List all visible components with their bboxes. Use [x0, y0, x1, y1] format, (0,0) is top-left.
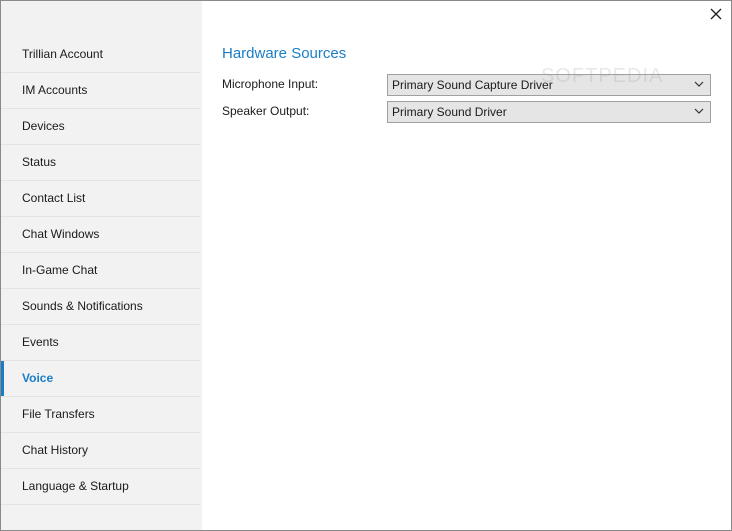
sidebar-item-trillian-account[interactable]: Trillian Account	[1, 37, 200, 73]
sidebar-item-contact-list[interactable]: Contact List	[1, 181, 200, 217]
sidebar-item-status[interactable]: Status	[1, 145, 200, 181]
main-content: Hardware Sources Microphone Input: Prima…	[202, 1, 731, 530]
speaker-output-select[interactable]: Primary Sound Driver	[387, 101, 711, 123]
sidebar-item-language-startup[interactable]: Language & Startup	[1, 469, 200, 505]
sidebar-item-file-transfers[interactable]: File Transfers	[1, 397, 200, 433]
sidebar-item-in-game-chat[interactable]: In-Game Chat	[1, 253, 200, 289]
sidebar-item-events[interactable]: Events	[1, 325, 200, 361]
sidebar: Trillian Account IM Accounts Devices Sta…	[1, 1, 202, 530]
sidebar-item-devices[interactable]: Devices	[1, 109, 200, 145]
sidebar-item-sounds-notifications[interactable]: Sounds & Notifications	[1, 289, 200, 325]
sidebar-item-chat-history[interactable]: Chat History	[1, 433, 200, 469]
speaker-output-label: Speaker Output:	[222, 104, 310, 118]
chevron-down-icon	[694, 108, 704, 114]
section-title: Hardware Sources	[222, 45, 347, 62]
close-icon[interactable]	[709, 7, 723, 21]
microphone-input-label: Microphone Input:	[222, 77, 319, 91]
sidebar-item-voice[interactable]: Voice	[1, 361, 200, 397]
speaker-output-value: Primary Sound Driver	[392, 105, 507, 119]
sidebar-item-chat-windows[interactable]: Chat Windows	[1, 217, 200, 253]
watermark: SOFTPEDIA	[541, 65, 664, 87]
chevron-down-icon	[694, 81, 704, 87]
sidebar-nav: Trillian Account IM Accounts Devices Sta…	[1, 37, 202, 505]
microphone-input-value: Primary Sound Capture Driver	[392, 78, 553, 92]
settings-window: Trillian Account IM Accounts Devices Sta…	[0, 0, 732, 531]
sidebar-item-im-accounts[interactable]: IM Accounts	[1, 73, 200, 109]
speaker-output-row: Speaker Output: Primary Sound Driver	[222, 101, 711, 123]
